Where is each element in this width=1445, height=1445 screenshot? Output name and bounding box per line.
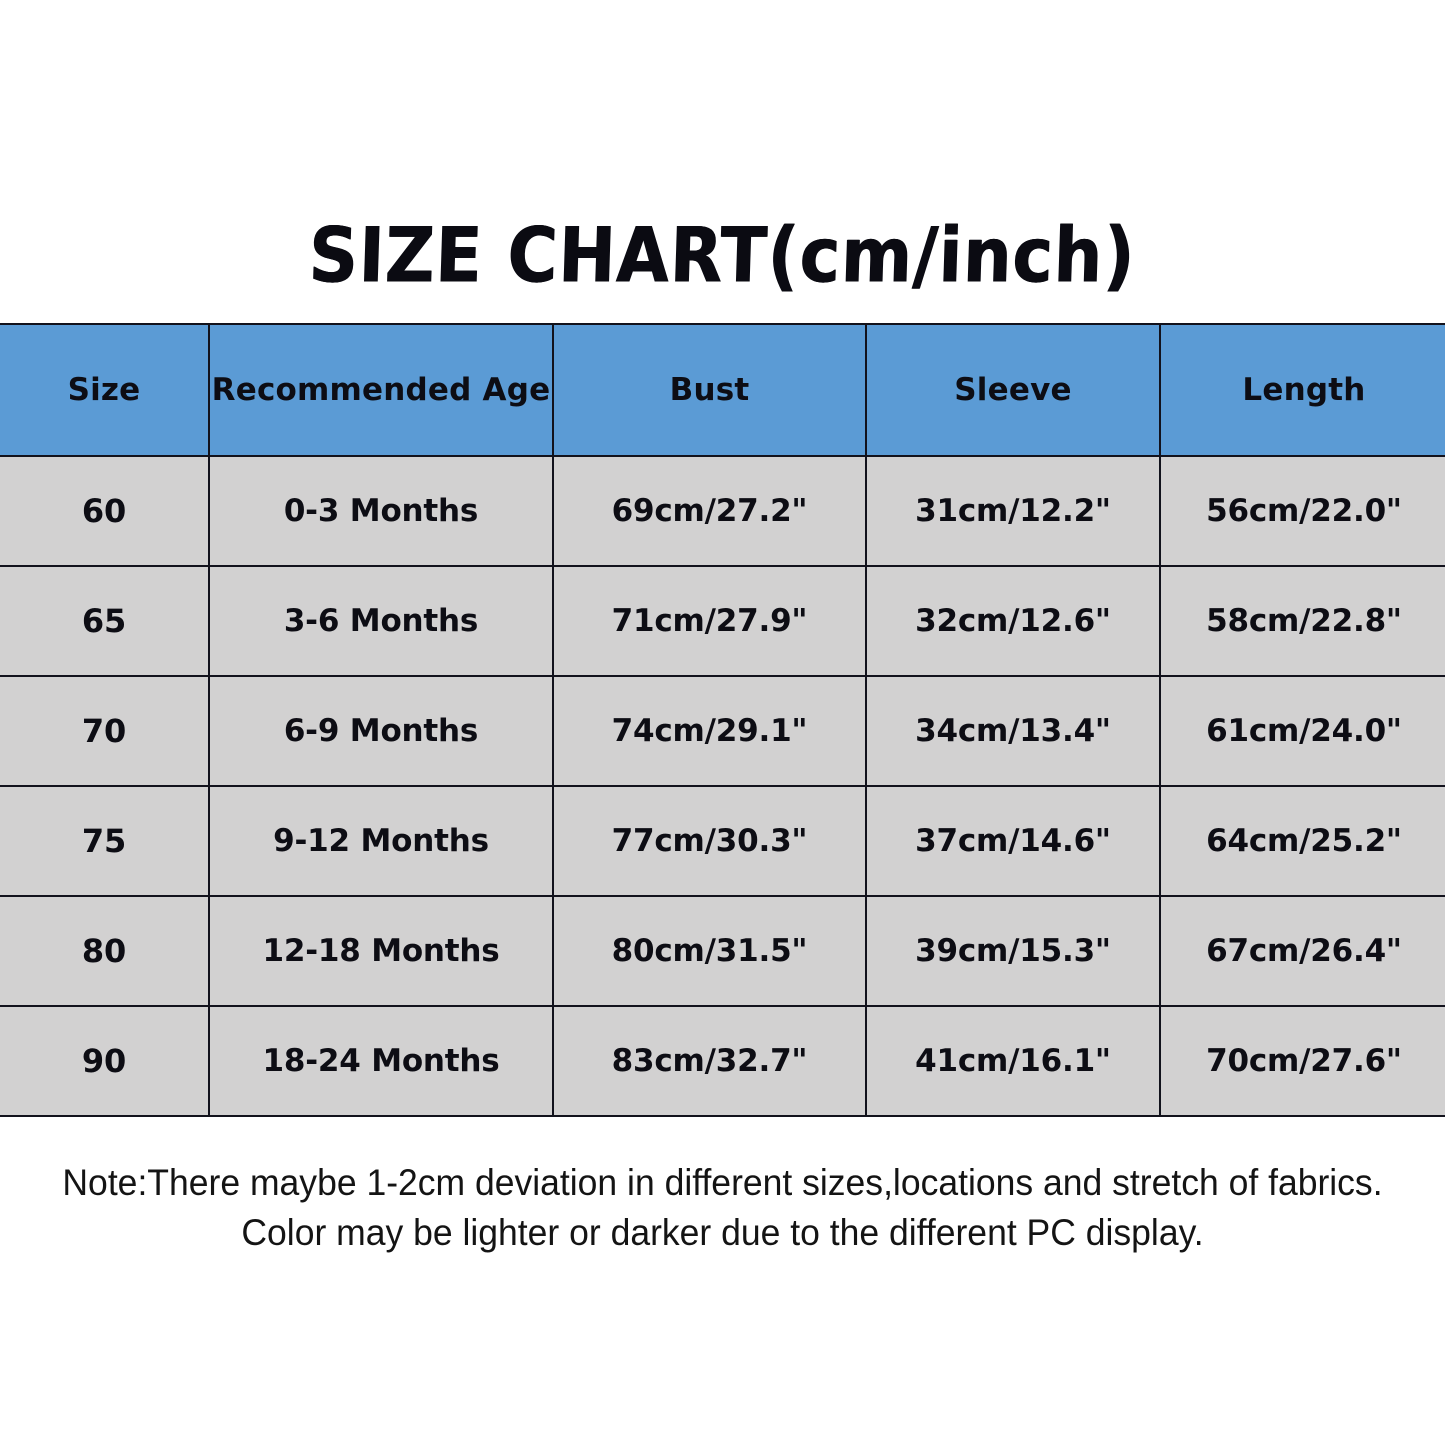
size-chart-table: Size Recommended Age Bust Sleeve Length … [0, 323, 1445, 1117]
cell-age: 12-18 Months [208, 895, 554, 1007]
column-header-size: Size [0, 323, 210, 457]
cell-size: 65 [0, 565, 210, 677]
cell-sleeve: 39cm/15.3" [865, 895, 1161, 1007]
cell-length: 67cm/26.4" [1159, 895, 1445, 1007]
note-line-deviation: Note:There maybe 1-2cm deviation in diff… [62, 1162, 1383, 1203]
page-title: SIZE CHART(cm/inch) [307, 211, 1138, 301]
table-row: 70 6-9 Months 74cm/29.1" 34cm/13.4" 61cm… [0, 675, 1445, 787]
cell-size: 60 [0, 455, 210, 567]
table-row: 65 3-6 Months 71cm/27.9" 32cm/12.6" 58cm… [0, 565, 1445, 677]
table-row: 80 12-18 Months 80cm/31.5" 39cm/15.3" 67… [0, 895, 1445, 1007]
cell-length: 56cm/22.0" [1159, 455, 1445, 567]
cell-age: 18-24 Months [208, 1005, 554, 1117]
cell-sleeve: 41cm/16.1" [865, 1005, 1161, 1117]
cell-age: 9-12 Months [208, 785, 554, 897]
cell-size: 70 [0, 675, 210, 787]
table-header-row: Size Recommended Age Bust Sleeve Length [0, 323, 1445, 457]
cell-size: 90 [0, 1005, 210, 1117]
column-header-length: Length [1159, 323, 1445, 457]
cell-length: 64cm/25.2" [1159, 785, 1445, 897]
cell-sleeve: 37cm/14.6" [865, 785, 1161, 897]
table-row: 60 0-3 Months 69cm/27.2" 31cm/12.2" 56cm… [0, 455, 1445, 567]
cell-bust: 74cm/29.1" [552, 675, 867, 787]
cell-bust: 69cm/27.2" [552, 455, 867, 567]
column-header-sleeve: Sleeve [865, 323, 1161, 457]
note-line-color: Color may be lighter or darker due to th… [241, 1212, 1204, 1253]
cell-size: 80 [0, 895, 210, 1007]
cell-bust: 71cm/27.9" [552, 565, 867, 677]
cell-sleeve: 31cm/12.2" [865, 455, 1161, 567]
column-header-age: Recommended Age [208, 323, 554, 457]
cell-sleeve: 34cm/13.4" [865, 675, 1161, 787]
table-body: 60 0-3 Months 69cm/27.2" 31cm/12.2" 56cm… [0, 455, 1445, 1117]
title-container: SIZE CHART(cm/inch) [0, 196, 1445, 316]
cell-bust: 83cm/32.7" [552, 1005, 867, 1117]
cell-age: 6-9 Months [208, 675, 554, 787]
cell-length: 58cm/22.8" [1159, 565, 1445, 677]
table-header: Size Recommended Age Bust Sleeve Length [0, 323, 1445, 457]
table-row: 90 18-24 Months 83cm/32.7" 41cm/16.1" 70… [0, 1005, 1445, 1117]
table-row: 75 9-12 Months 77cm/30.3" 37cm/14.6" 64c… [0, 785, 1445, 897]
cell-length: 61cm/24.0" [1159, 675, 1445, 787]
size-chart-page: SIZE CHART(cm/inch) Size Recommended Age… [0, 0, 1445, 1445]
cell-age: 3-6 Months [208, 565, 554, 677]
cell-sleeve: 32cm/12.6" [865, 565, 1161, 677]
cell-length: 70cm/27.6" [1159, 1005, 1445, 1117]
cell-size: 75 [0, 785, 210, 897]
column-header-bust: Bust [552, 323, 867, 457]
cell-bust: 77cm/30.3" [552, 785, 867, 897]
note-container: Note:There maybe 1-2cm deviation in diff… [0, 1158, 1445, 1258]
cell-age: 0-3 Months [208, 455, 554, 567]
cell-bust: 80cm/31.5" [552, 895, 867, 1007]
